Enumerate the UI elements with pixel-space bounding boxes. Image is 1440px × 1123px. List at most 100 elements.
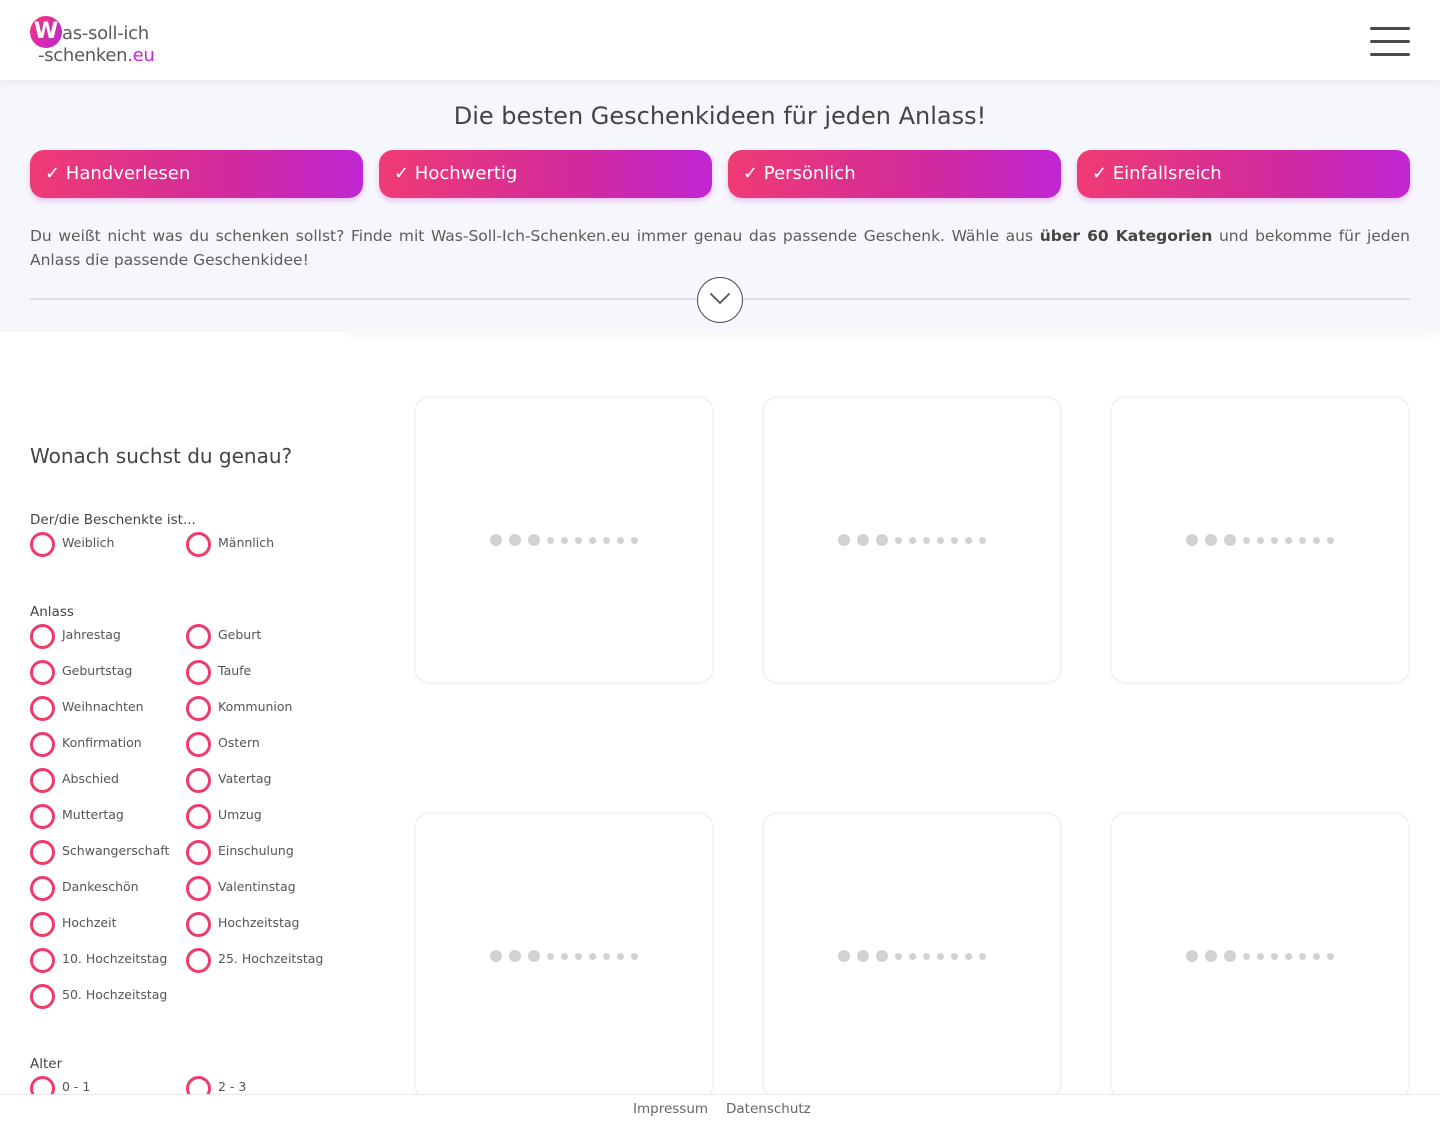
radio-circle-icon[interactable] (186, 532, 211, 557)
loading-dot (589, 536, 596, 544)
loading-dot (1313, 536, 1320, 544)
feature-pill-einfallsreich: ✓ Einfallsreich (1077, 150, 1410, 198)
gift-card-placeholder[interactable] (1112, 398, 1408, 682)
logo-text-main: -schenken (38, 45, 128, 66)
hero-title: Die besten Geschenkideen für jeden Anlas… (453, 102, 987, 130)
loading-dot (1243, 536, 1250, 544)
radio-circle-icon[interactable] (186, 876, 211, 901)
loading-dot (979, 536, 986, 544)
scroll-down-button[interactable] (697, 277, 743, 323)
radio-circle-icon[interactable] (30, 768, 55, 793)
radio-circle-icon[interactable] (186, 696, 211, 721)
loading-dot (895, 952, 902, 960)
filter-option-label: Hochzeit (62, 915, 117, 930)
filter-option-label: Umzug (218, 807, 262, 822)
radio-circle-icon[interactable] (186, 840, 211, 865)
loading-dot (561, 536, 568, 544)
hero-description: Du weißt nicht was du schenken sollst? F… (30, 227, 1410, 269)
filter-option-label: Schwangerschaft (62, 843, 170, 858)
radio-circle-icon[interactable] (30, 732, 55, 757)
loading-dot (1271, 952, 1278, 960)
radio-circle-icon[interactable] (30, 840, 55, 865)
loading-dot (937, 952, 944, 960)
loading-dot (909, 536, 916, 544)
loading-dot (951, 952, 958, 960)
loading-dot (1205, 950, 1217, 962)
loading-dot (951, 536, 958, 544)
radio-circle-icon[interactable] (30, 804, 55, 829)
loading-dot (1224, 950, 1236, 962)
hamburger-menu-icon[interactable] (1370, 27, 1410, 57)
loading-dot (575, 536, 582, 544)
loading-dots-icon (416, 533, 712, 547)
loading-dot (1186, 534, 1198, 546)
loading-dot (603, 536, 610, 544)
loading-dot (631, 952, 638, 960)
radio-circle-icon[interactable] (30, 696, 55, 721)
radio-circle-icon[interactable] (30, 532, 55, 557)
gift-card-placeholder[interactable] (764, 398, 1060, 682)
filter-option-label: Kommunion (218, 699, 293, 714)
radio-circle-icon[interactable] (30, 624, 55, 649)
loading-dots-icon (1112, 533, 1408, 547)
filter-option-label: Vatertag (218, 771, 272, 786)
gift-card-placeholder[interactable] (1112, 814, 1408, 1098)
loading-dot (923, 536, 930, 544)
radio-circle-icon[interactable] (186, 948, 211, 973)
filter-option-label: Hochzeitstag (218, 915, 300, 930)
loading-dot (1224, 534, 1236, 546)
filter-option-label: Weiblich (62, 535, 115, 550)
loading-dot (528, 534, 540, 546)
radio-circle-icon[interactable] (30, 984, 55, 1009)
radio-circle-icon[interactable] (30, 948, 55, 973)
radio-circle-icon[interactable] (30, 660, 55, 685)
filter-option-label: 10. Hochzeitstag (62, 951, 168, 966)
site-header: W as-soll-ich -schenken.eu (0, 0, 1440, 80)
radio-circle-icon[interactable] (30, 912, 55, 937)
loading-dot (857, 950, 869, 962)
filter-option-label: Dankeschön (62, 879, 139, 894)
gift-card-placeholder[interactable] (416, 398, 712, 682)
site-logo[interactable]: W as-soll-ich -schenken.eu (30, 15, 160, 67)
filter-option-label: Ostern (218, 735, 260, 750)
loading-dots-icon (764, 949, 1060, 963)
radio-circle-icon[interactable] (186, 912, 211, 937)
loading-dot (490, 950, 502, 962)
logo-text-line1: as-soll-ich (62, 23, 149, 44)
datenschutz-link[interactable]: Datenschutz (726, 1101, 811, 1117)
filter-option-label: Weihnachten (62, 699, 144, 714)
loading-dot (1285, 536, 1292, 544)
radio-circle-icon[interactable] (186, 732, 211, 757)
filter-group-label-gender: Der/die Beschenkte ist... (30, 512, 196, 528)
loading-dot (589, 952, 596, 960)
radio-circle-icon[interactable] (186, 804, 211, 829)
feature-pill-handverlesen: ✓ Handverlesen (30, 150, 363, 198)
gift-card-placeholder[interactable] (416, 814, 712, 1098)
loading-dot (965, 536, 972, 544)
loading-dot (979, 952, 986, 960)
filter-sidebar: Wonach suchst du genau? Der/die Beschenk… (0, 332, 345, 1123)
loading-dot (876, 950, 888, 962)
loading-dot (490, 534, 502, 546)
radio-circle-icon[interactable] (30, 876, 55, 901)
loading-dot (909, 952, 916, 960)
radio-circle-icon[interactable] (186, 624, 211, 649)
impressum-link[interactable]: Impressum (633, 1101, 708, 1117)
logo-w-badge: W (30, 16, 62, 48)
filter-option-label: Abschied (62, 771, 119, 786)
loading-dot (1299, 952, 1306, 960)
loading-dot (1299, 536, 1306, 544)
gift-card-placeholder[interactable] (764, 814, 1060, 1098)
loading-dot (547, 952, 554, 960)
filter-option-label: 2 - 3 (218, 1079, 247, 1094)
loading-dot (1186, 950, 1198, 962)
filter-option-label: Einschulung (218, 843, 294, 858)
radio-circle-icon[interactable] (186, 768, 211, 793)
loading-dot (937, 536, 944, 544)
filter-option-label: Geburt (218, 627, 262, 642)
loading-dot (561, 952, 568, 960)
loading-dots-icon (416, 949, 712, 963)
loading-dot (575, 952, 582, 960)
radio-circle-icon[interactable] (186, 660, 211, 685)
chevron-down-icon (710, 293, 730, 304)
